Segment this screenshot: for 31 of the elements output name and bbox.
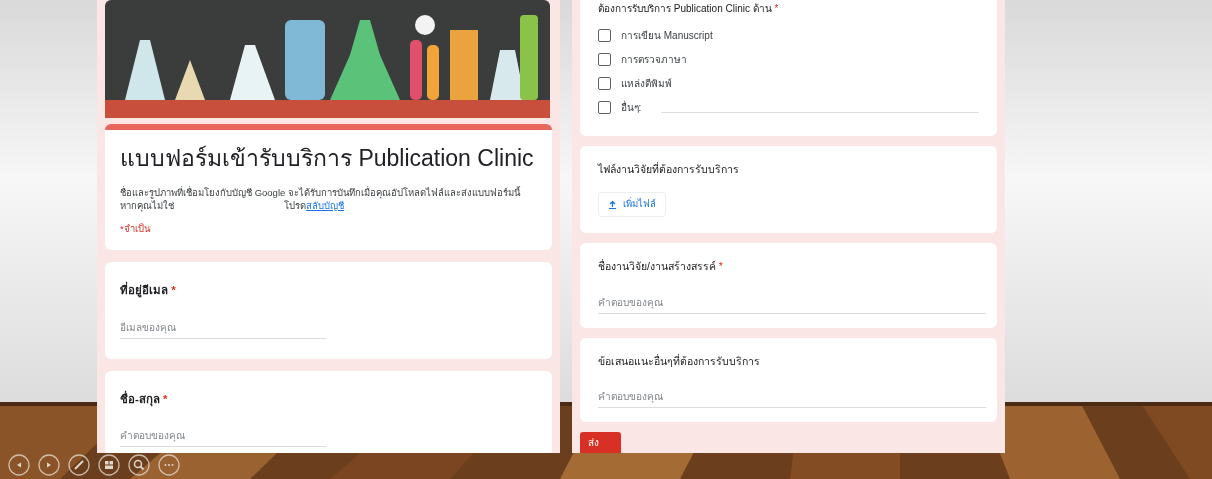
checkbox[interactable] <box>598 52 611 66</box>
checkbox[interactable] <box>598 100 611 114</box>
option-label: แหล่งตีพิมพ์ <box>621 76 672 91</box>
input-field[interactable]: คำตอบของคุณ <box>598 389 986 409</box>
question-label: ชื่อ-สกุล * <box>120 390 169 408</box>
pen-icon[interactable] <box>68 454 90 476</box>
checkbox[interactable] <box>598 28 611 42</box>
input-field[interactable]: อีเมลของคุณ <box>120 319 326 339</box>
submit-button[interactable]: ส่ง <box>580 432 621 453</box>
question-label: ข้อเสนอแนะอื่นๆที่ต้องการรับบริการ <box>598 353 761 369</box>
previous-icon[interactable] <box>8 454 30 476</box>
input-field[interactable]: คำตอบของคุณ <box>120 427 326 447</box>
question-label: ไฟล์งานวิจัยที่ต้องการรับบริการ <box>598 162 740 177</box>
question-label: ต้องการรับบริการ Publication Clinic ด้าน * <box>598 2 780 16</box>
more-icon[interactable] <box>158 454 180 476</box>
next-icon[interactable] <box>38 454 60 476</box>
question-label: ที่อยู่อีเมล * <box>120 282 537 300</box>
form-title: แบบฟอร์มเข้ารับบริการ Publication Clinic <box>120 144 535 172</box>
upload-icon <box>608 199 617 209</box>
add-file-button[interactable]: เพิ่มไฟล์ <box>598 191 666 217</box>
checkbox[interactable] <box>598 76 611 90</box>
slides-icon[interactable] <box>98 454 120 476</box>
account-notice: ชื่อและรูปภาพที่เชื่อมโยงกับบัญชี Google จะได้รับการบันทึกเมื่อคุณอัปโหลดไฟล์และส่งแบบฟอร์มนี้ หากคุณไม่ใช่ โปรดสลับบัญชี <box>120 186 522 212</box>
input-field[interactable]: คำตอบของคุณ <box>598 294 986 314</box>
option-label: การตรวจภาษา <box>621 52 687 67</box>
option-label: อื่นๆ: <box>620 99 642 115</box>
required-note: *จำเป็น <box>120 222 152 236</box>
switch-account-link[interactable]: สลับบัญชี <box>306 200 344 211</box>
option-label: การเขียน Manuscript <box>621 28 713 43</box>
question-label: ชื่องานวิจัย/งานสร้างสรรค์ * <box>598 258 724 274</box>
zoom-icon[interactable] <box>128 454 150 476</box>
